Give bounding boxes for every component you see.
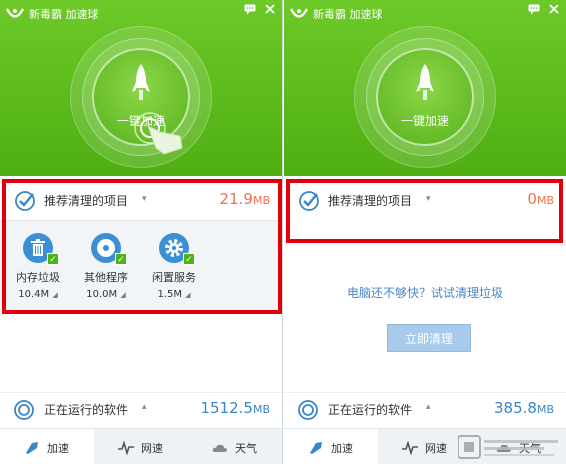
running-ring-icon <box>297 399 319 425</box>
tab-label: 天气 <box>235 442 257 455</box>
dropdown-triangle-icon: ◢ <box>185 291 191 299</box>
recommend-label: 推荐清理的项目 <box>44 194 129 208</box>
item-size-value: 10.4M <box>18 289 50 300</box>
one-click-boost-button[interactable]: 一键加速 <box>376 48 474 146</box>
rocket-icon <box>132 64 150 108</box>
tab-label: 加速 <box>47 442 69 455</box>
running-size-value: 1512.5 <box>200 399 253 417</box>
running-label: 正在运行的软件 <box>328 403 413 417</box>
clean-item-memory-junk[interactable]: ✓ 内存垃圾 10.4M ◢ <box>6 233 70 300</box>
tab-label: 网速 <box>425 442 447 455</box>
recommend-size-value: 0 <box>527 190 537 208</box>
clean-items-area: ✓ 内存垃圾 10.4M ◢ ✓ 其他程序 10.0M ◢ ✓ 闲置服务 1.5… <box>0 220 282 312</box>
checked-icon[interactable]: ✓ <box>47 253 59 265</box>
tab-weather[interactable]: 天气 <box>188 429 282 464</box>
running-label: 正在运行的软件 <box>44 403 129 417</box>
cloud-icon <box>212 440 228 459</box>
header: 新毒霸 加速球 一键加速 <box>0 0 282 176</box>
chevron-down-icon[interactable]: ▾ <box>142 194 147 204</box>
logo-icon <box>290 6 308 22</box>
running-size-value: 385.8 <box>494 399 537 417</box>
close-icon[interactable] <box>548 4 560 16</box>
feedback-icon[interactable] <box>244 4 256 16</box>
feedback-icon[interactable] <box>528 4 540 16</box>
running-software-row[interactable]: 正在运行的软件 ▴ 1512.5MB <box>0 392 282 424</box>
clean-item-idle-services[interactable]: ✓ 闲置服务 1.5M ◢ <box>142 233 206 300</box>
logo-icon <box>6 6 24 22</box>
bottom-tabs: 加速 网速 天气 <box>0 428 282 464</box>
tab-label: 加速 <box>331 442 353 455</box>
tab-boost[interactable]: 加速 <box>0 429 94 464</box>
clean-item-other-programs[interactable]: ✓ 其他程序 10.0M ◢ <box>74 233 138 300</box>
running-size-unit: MB <box>252 403 270 416</box>
rocket-icon <box>416 64 434 108</box>
running-size-unit: MB <box>536 403 554 416</box>
disc-icon: ✓ <box>91 233 127 265</box>
running-software-row[interactable]: 正在运行的软件 ▴ 385.8MB <box>284 392 566 424</box>
recommend-clean-row[interactable]: 推荐清理的项目 ▾ 0MB <box>284 182 566 218</box>
item-size[interactable]: 10.4M ◢ <box>6 289 70 300</box>
item-size[interactable]: 1.5M ◢ <box>142 289 206 300</box>
recommend-size-unit: MB <box>252 194 270 207</box>
item-name: 其他程序 <box>84 271 128 284</box>
clean-tip-text: 电脑还不够快？试试清理垃圾 <box>346 286 503 300</box>
tab-boost[interactable]: 加速 <box>284 429 378 464</box>
close-icon[interactable] <box>264 4 276 16</box>
item-size-value: 1.5M <box>157 289 182 300</box>
check-circle-icon <box>298 190 320 216</box>
header: 新毒霸 加速球 一键加速 <box>284 0 566 176</box>
recommend-size-value: 21.9 <box>219 190 253 208</box>
recommend-label: 推荐清理的项目 <box>328 194 413 208</box>
boost-label: 一键加速 <box>400 114 449 128</box>
chevron-up-icon[interactable]: ▴ <box>426 402 431 412</box>
chevron-down-icon[interactable]: ▾ <box>426 194 431 204</box>
watermark-logo <box>458 435 558 459</box>
item-name: 内存垃圾 <box>16 271 60 284</box>
checked-icon[interactable]: ✓ <box>115 253 127 265</box>
recommend-size: 0MB <box>527 190 554 208</box>
chevron-up-icon[interactable]: ▴ <box>142 402 147 412</box>
tab-label: 网速 <box>141 442 163 455</box>
running-size: 1512.5MB <box>200 399 270 417</box>
app-title: 新毒霸 加速球 <box>29 8 99 21</box>
trash-icon: ✓ <box>23 233 59 265</box>
title-bar: 新毒霸 加速球 <box>290 4 383 24</box>
recommend-clean-row[interactable]: 推荐清理的项目 ▾ 21.9MB <box>0 182 282 218</box>
dropdown-triangle-icon: ◢ <box>120 291 126 299</box>
title-bar: 新毒霸 加速球 <box>6 4 99 24</box>
gear-icon: ✓ <box>159 233 195 265</box>
recommend-size: 21.9MB <box>220 190 270 208</box>
item-name: 闲置服务 <box>152 271 196 284</box>
recommend-size-unit: MB <box>536 194 554 207</box>
booster-panel-before: 新毒霸 加速球 一键加速 推荐清理的项目 ▾ 21.9MB ✓ 内存垃圾 10.… <box>0 0 283 464</box>
checked-icon[interactable]: ✓ <box>183 253 195 265</box>
app-title: 新毒霸 加速球 <box>313 8 383 21</box>
running-size: 385.8MB <box>494 399 554 417</box>
pointer-hand-icon <box>130 108 186 168</box>
rocket-icon <box>308 440 324 459</box>
clean-now-button[interactable]: 立即清理 <box>387 324 471 352</box>
check-circle-icon <box>14 190 36 216</box>
dropdown-triangle-icon: ◢ <box>52 291 58 299</box>
rocket-icon <box>24 440 40 459</box>
item-size-value: 10.0M <box>86 289 118 300</box>
running-ring-icon <box>13 399 35 425</box>
item-size[interactable]: 10.0M ◢ <box>74 289 138 300</box>
booster-panel-after: 新毒霸 加速球 一键加速 推荐清理的项目 ▾ 0MB 电脑还不够快？试试清理垃圾… <box>284 0 566 464</box>
pulse-icon <box>118 440 134 459</box>
tab-network-speed[interactable]: 网速 <box>94 429 188 464</box>
pulse-icon <box>402 440 418 459</box>
